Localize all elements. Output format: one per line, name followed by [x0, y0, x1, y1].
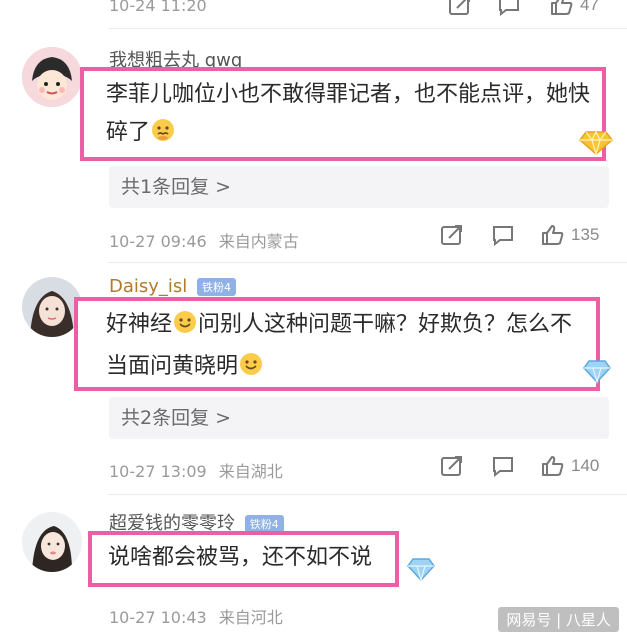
timestamp: 10-27 09:46 — [109, 232, 207, 251]
fan-badge: 铁粉4 — [197, 278, 237, 296]
like-button[interactable]: 140 — [541, 455, 599, 477]
timestamp: 10-27 13:09 — [109, 462, 207, 481]
share-button[interactable] — [440, 224, 464, 246]
comment-icon — [493, 457, 513, 477]
share-icon — [449, 0, 470, 15]
cartoon-avatar-icon — [22, 47, 82, 107]
like-icon — [551, 0, 573, 15]
comment-icon — [499, 0, 519, 16]
like-button[interactable]: 47 — [550, 0, 599, 16]
avatar[interactable] — [22, 277, 82, 337]
photo-avatar-icon — [22, 277, 82, 337]
diamond-sticker-icon — [582, 358, 612, 388]
comment-text: 好神经 问别人这种问题干嘛？好欺负？怎么不当面问黄晓明 — [106, 306, 586, 390]
username-text: Daisy_isl — [109, 276, 188, 297]
comment-body: 李菲儿咖位小也不敢得罪记者，也不能点评，她快碎了 — [106, 82, 591, 145]
timestamp: 10-27 10:43 — [109, 608, 207, 627]
comment-button[interactable] — [491, 224, 515, 246]
username[interactable]: Daisy_isl 铁粉4 — [109, 276, 237, 297]
location: 来自湖北 — [218, 462, 283, 481]
smile-icon — [172, 309, 198, 348]
share-button[interactable] — [448, 0, 472, 16]
smile-icon — [238, 351, 264, 390]
like-count: 47 — [580, 0, 599, 14]
replies-link[interactable]: 共2条回复 > — [109, 397, 609, 439]
emoji-face-icon — [150, 117, 176, 156]
avatar[interactable] — [22, 512, 82, 572]
comment-meta: 10-27 10:43 来自河北 — [109, 604, 283, 628]
divider — [108, 494, 627, 495]
diamond-sticker-icon — [578, 128, 614, 160]
like-icon — [542, 225, 564, 245]
comment-text: 李菲儿咖位小也不敢得罪记者，也不能点评，她快碎了 — [106, 76, 596, 156]
comment-meta: 10-27 09:46 来自内蒙古 — [109, 228, 299, 252]
share-icon — [441, 456, 462, 476]
diamond-sticker-icon — [406, 556, 436, 586]
location: 来自河北 — [218, 608, 283, 627]
replies-link[interactable]: 共1条回复 > — [109, 166, 609, 208]
watermark: 网易号 | 八星人 — [498, 607, 619, 632]
divider — [108, 28, 627, 29]
comment-button[interactable] — [491, 455, 515, 477]
like-count: 140 — [571, 456, 600, 475]
comment-body-part1: 好神经 — [106, 312, 173, 337]
comment-button[interactable] — [497, 0, 521, 16]
comment-text: 说啥都会被骂，还不如不说 — [108, 545, 373, 570]
timestamp: 10-24 11:20 — [109, 0, 207, 15]
comment-meta: 10-27 13:09 来自湖北 — [109, 458, 283, 482]
like-count: 135 — [571, 225, 600, 244]
divider — [108, 262, 627, 263]
photo-avatar-icon — [22, 512, 82, 572]
avatar[interactable] — [22, 47, 82, 107]
like-button[interactable]: 135 — [541, 224, 599, 246]
comment-icon — [493, 226, 513, 246]
location: 来自内蒙古 — [218, 232, 299, 251]
share-button[interactable] — [440, 455, 464, 477]
like-icon — [542, 456, 564, 476]
share-icon — [441, 225, 462, 245]
